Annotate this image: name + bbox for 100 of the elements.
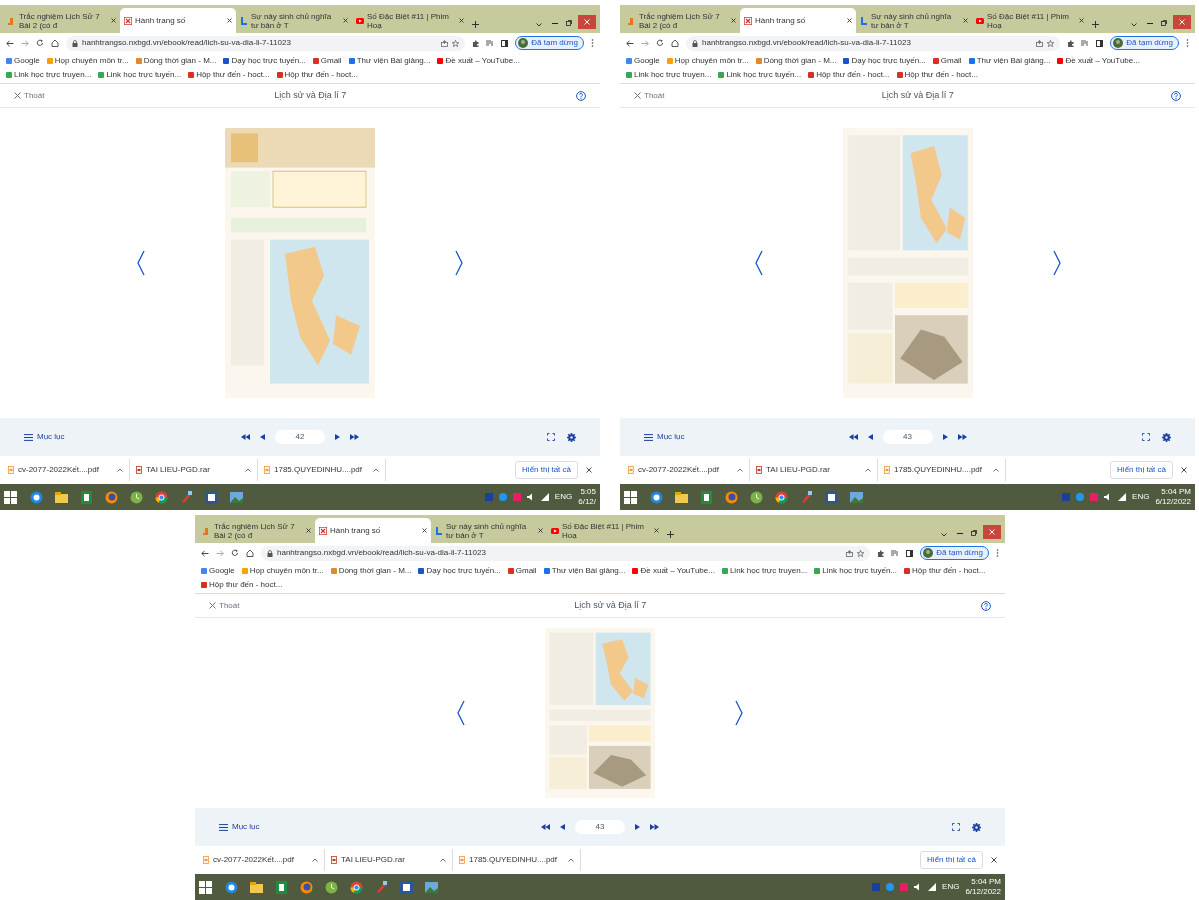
chevron-up-icon[interactable] — [312, 858, 318, 862]
toc-button[interactable]: Mục lục — [24, 431, 164, 443]
sidebar-icon[interactable] — [1096, 39, 1104, 47]
close-icon[interactable] — [306, 528, 311, 533]
sidebar-icon[interactable] — [906, 549, 914, 557]
chevron-up-icon[interactable] — [117, 468, 123, 472]
bookmark[interactable]: Gmail — [932, 55, 962, 67]
first-page-icon[interactable] — [541, 824, 550, 830]
chrome-icon[interactable] — [775, 490, 788, 504]
chevron-right-icon[interactable] — [735, 700, 743, 726]
bookmark[interactable]: Dạy học trực tuyến... — [418, 565, 501, 577]
bookmark[interactable]: Link học trực tuyến... — [718, 69, 802, 81]
folder-icon[interactable] — [675, 490, 688, 504]
bookmark[interactable]: Thư viện Bài giảng... — [348, 55, 431, 67]
profile-button[interactable]: Đã tạm dừng — [515, 36, 584, 50]
bookmark[interactable]: Thư viện Bài giảng... — [543, 565, 626, 577]
spreadsheet-icon[interactable] — [700, 490, 713, 504]
browser-tab[interactable]: Trắc nghiệm Lịch Sử 7 Bài 2 (có đ — [199, 518, 315, 543]
more-icon[interactable] — [996, 549, 999, 557]
close-icon[interactable] — [991, 857, 997, 863]
close-icon[interactable] — [227, 18, 232, 23]
photo-icon[interactable] — [850, 490, 863, 504]
bookmark[interactable]: Gmail — [507, 565, 537, 577]
help-icon[interactable] — [1171, 90, 1181, 101]
bookmark[interactable]: Link học trực truyen... — [721, 565, 808, 577]
clock-icon[interactable] — [750, 490, 763, 504]
language-indicator[interactable]: ENG — [942, 881, 960, 893]
photo-icon[interactable] — [425, 880, 438, 894]
show-all-button[interactable]: Hiển thị tất cả — [515, 461, 578, 479]
chevron-up-icon[interactable] — [737, 468, 743, 472]
restore-icon[interactable] — [971, 530, 977, 536]
close-icon[interactable] — [1079, 18, 1084, 23]
browser-tab[interactable]: Sự nảy sinh chủ nghĩa tư bản ở T — [856, 8, 972, 33]
reload-icon[interactable] — [231, 549, 239, 557]
restore-icon[interactable] — [566, 20, 572, 26]
bookmark[interactable]: Đề xuất – YouTube... — [1057, 55, 1140, 67]
share-icon[interactable] — [846, 549, 854, 557]
bookmark[interactable]: Dòng thời gian - M... — [755, 55, 837, 67]
first-page-icon[interactable] — [848, 434, 858, 440]
toc-button[interactable]: Mục lục — [644, 431, 784, 443]
word-icon[interactable] — [400, 880, 413, 894]
close-icon[interactable] — [422, 528, 427, 533]
folder-icon[interactable] — [55, 490, 68, 504]
bookmark[interactable]: Hộp thư đến - hoct... — [904, 565, 986, 577]
previous-page-icon[interactable] — [560, 824, 565, 830]
clock-icon[interactable] — [130, 490, 143, 504]
spreadsheet-icon[interactable] — [80, 490, 93, 504]
chevron-up-icon[interactable] — [245, 468, 251, 472]
word-icon[interactable] — [205, 490, 218, 504]
browser-tab[interactable]: Trắc nghiệm Lịch Sử 7 Bài 2 (có đ — [624, 8, 740, 33]
browser-tab[interactable]: Trắc nghiệm Lịch Sử 7 Bài 2 (có đ — [4, 8, 120, 33]
download-item[interactable]: cv-2077-2022Kết....pdf — [203, 849, 325, 871]
bookmark[interactable]: Họp chuyên môn tr... — [666, 55, 749, 67]
bookmark[interactable]: Dòng thời gian - M... — [135, 55, 217, 67]
home-icon[interactable] — [246, 549, 254, 557]
bookmark[interactable]: Link học trực tuyến... — [98, 69, 182, 81]
close-icon[interactable] — [459, 18, 464, 23]
browser-tab[interactable]: Sự nảy sinh chủ nghĩa tư bản ở T — [236, 8, 352, 33]
back-icon[interactable] — [201, 549, 209, 557]
brush-icon[interactable] — [375, 880, 388, 894]
bookmark[interactable]: Hộp thư đến - hoct... — [896, 69, 978, 81]
share-icon[interactable] — [441, 39, 449, 47]
language-indicator[interactable]: ENG — [554, 491, 573, 503]
bookmark[interactable]: Google — [6, 55, 40, 67]
help-icon[interactable] — [576, 90, 586, 101]
signal-icon[interactable] — [928, 883, 937, 891]
share-icon[interactable] — [1036, 39, 1044, 47]
browser-tab[interactable]: Số Đặc Biệt #11 | Phim Hoạ — [972, 8, 1088, 33]
puzzle-icon[interactable] — [877, 549, 885, 557]
brush-icon[interactable] — [800, 490, 813, 504]
browser-icon[interactable] — [30, 490, 43, 504]
page-number-field[interactable]: 43 — [575, 820, 625, 834]
brush-icon[interactable] — [180, 490, 193, 504]
bookmark[interactable]: Link học trực truyen... — [626, 69, 712, 81]
browser-tab[interactable]: Hành trang số — [315, 518, 431, 543]
close-icon[interactable] — [731, 18, 736, 23]
bookmark[interactable]: Họp chuyên môn tr... — [241, 565, 324, 577]
browser-icon[interactable] — [650, 490, 663, 504]
bookmark[interactable]: Google — [626, 55, 660, 67]
plus-icon[interactable] — [667, 531, 674, 538]
close-icon[interactable] — [1181, 467, 1187, 473]
photo-icon[interactable] — [230, 490, 243, 504]
bookmark[interactable]: Thư viện Bài giảng... — [968, 55, 1051, 67]
browser-tab[interactable]: Số Đặc Biệt #11 | Phim Hoạ — [352, 8, 468, 33]
windows-icon[interactable] — [624, 490, 637, 504]
settings-icon[interactable] — [1162, 432, 1171, 442]
profile-button[interactable]: Đã tạm dừng — [1110, 36, 1179, 50]
last-page-icon[interactable] — [650, 824, 659, 830]
address-bar[interactable]: hanhtrangso.nxbgd.vn/ebook/read/lich-su-va-dia-li-7-11023 — [686, 35, 1061, 51]
close-icon[interactable] — [847, 18, 852, 23]
close-icon[interactable] — [111, 18, 116, 23]
next-page-icon[interactable] — [335, 434, 340, 440]
bookmark[interactable]: Hộp thư đến - hoct... — [276, 69, 358, 81]
chrome-icon[interactable] — [350, 880, 363, 894]
show-all-button[interactable]: Hiển thị tất cả — [920, 851, 983, 869]
chrome-icon[interactable] — [155, 490, 168, 504]
fullscreen-icon[interactable] — [952, 823, 960, 831]
bookmark[interactable]: Đề xuất – YouTube... — [437, 55, 520, 67]
signal-icon[interactable] — [540, 493, 549, 501]
more-icon[interactable] — [1186, 39, 1189, 47]
